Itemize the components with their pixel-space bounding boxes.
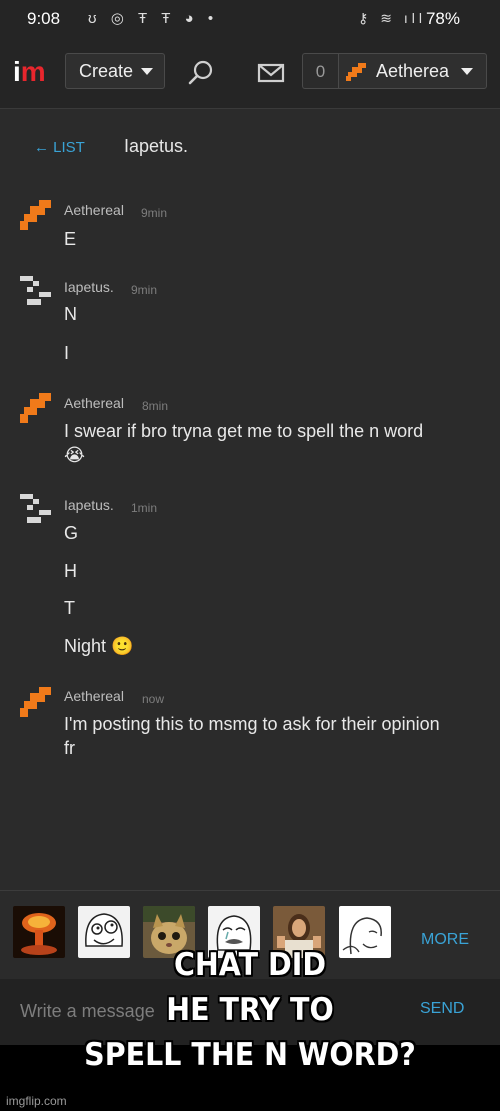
avatar[interactable] bbox=[19, 199, 53, 231]
imgflip-watermark: imgflip.com bbox=[6, 1094, 67, 1108]
top-nav: im Create 0 Aetherea bbox=[0, 38, 500, 109]
caption-line: SPELL THE N WORD? bbox=[84, 1037, 416, 1073]
avatar[interactable] bbox=[19, 275, 53, 307]
message-text: I bbox=[64, 343, 70, 363]
mail-icon[interactable] bbox=[257, 62, 285, 84]
message-timestamp: 8min bbox=[142, 399, 169, 413]
create-label: Create bbox=[79, 61, 134, 81]
notification-icons: ʊ ◎ Ŧ Ŧ ◕ • bbox=[88, 10, 219, 27]
caption-line: HE TRY TO bbox=[166, 992, 334, 1028]
chevron-down-icon bbox=[141, 68, 153, 75]
message-text: I'm posting this to msmg to ask for thei… bbox=[64, 714, 440, 734]
back-to-list-link[interactable]: ← LIST bbox=[34, 139, 85, 156]
avatar-icon bbox=[346, 63, 366, 81]
message-text: H bbox=[64, 561, 77, 581]
crying-emoji: 😭 bbox=[64, 445, 86, 465]
message-timestamp: 9min bbox=[131, 283, 158, 297]
user-menu-button[interactable]: Aetherea bbox=[338, 53, 487, 89]
create-button[interactable]: Create bbox=[65, 53, 165, 89]
search-icon[interactable] bbox=[188, 60, 214, 86]
username-label: Aetherea bbox=[376, 61, 450, 81]
message-username[interactable]: Aethereal bbox=[64, 395, 124, 411]
battery-level: 78% bbox=[425, 9, 460, 28]
avatar[interactable] bbox=[19, 493, 53, 525]
message-text: Night 🙂 bbox=[64, 636, 134, 656]
message-timestamp: now bbox=[142, 692, 165, 706]
message-text: T bbox=[64, 598, 75, 618]
avatar[interactable] bbox=[19, 392, 53, 424]
message-text: I swear if bro tryna get me to spell the… bbox=[64, 421, 424, 441]
message-text: N bbox=[64, 304, 77, 324]
avatar[interactable] bbox=[19, 686, 53, 718]
signal-wifi-icons: ⚷ ≋ ıll bbox=[358, 10, 426, 26]
message-username[interactable]: Aethereal bbox=[64, 202, 124, 218]
status-bar: 9:08 ʊ ◎ Ŧ Ŧ ◕ • ⚷ ≋ ıll 78% bbox=[0, 0, 500, 38]
meme-caption: CHAT DID HE TRY TO SPELL THE N WORD? bbox=[20, 943, 480, 1078]
message-text: G bbox=[64, 523, 79, 543]
imgflip-logo[interactable]: im bbox=[13, 58, 46, 86]
message-username[interactable]: Aethereal bbox=[64, 688, 124, 704]
message-timestamp: 1min bbox=[131, 501, 158, 515]
notification-count[interactable]: 0 bbox=[302, 53, 338, 89]
status-time: 9:08 bbox=[27, 9, 61, 28]
chat-title: Iapetus. bbox=[124, 136, 189, 156]
message-username[interactable]: Iapetus. bbox=[64, 279, 114, 295]
chevron-down-icon bbox=[461, 68, 473, 75]
message-text: E bbox=[64, 229, 77, 249]
message-username[interactable]: Iapetus. bbox=[64, 497, 114, 513]
message-timestamp: 9min bbox=[141, 206, 168, 220]
caption-line: CHAT DID bbox=[173, 947, 327, 983]
message-text: fr bbox=[64, 738, 75, 758]
